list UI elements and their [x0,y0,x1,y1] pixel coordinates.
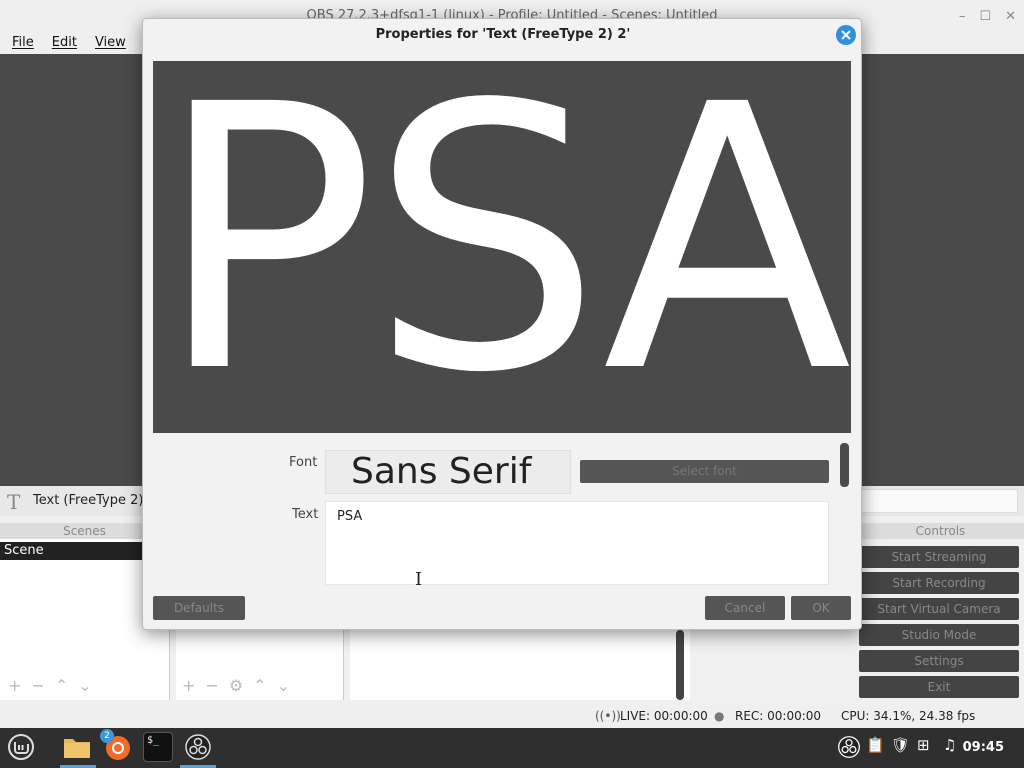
remove-icon[interactable]: − [31,676,44,695]
shield-icon[interactable]: 🛡 [891,736,910,754]
source-preview: PSA [153,61,851,433]
properties-scrollbar[interactable] [840,443,849,487]
text-cursor-icon: I [415,569,423,590]
start-streaming-button[interactable]: Start Streaming [859,546,1019,568]
select-font-button[interactable]: Select font [580,460,829,483]
dialog-title: Properties for 'Text (FreeType 2) 2' [375,27,631,42]
mixer-scrollbar[interactable] [676,630,684,700]
text-input[interactable]: PSA [325,501,829,585]
move-down-icon[interactable]: ⌄ [78,676,91,695]
source-text-field[interactable] [860,489,1018,513]
start-recording-button[interactable]: Start Recording [859,572,1019,594]
font-display: Sans Serif [325,450,571,494]
preview-text: PSA [155,61,851,433]
window-controls: – ☐ ✕ [959,0,1016,32]
source-toolbar-label: Text (FreeType 2) 2 [33,493,156,508]
clock[interactable]: 09:45 [963,740,1004,755]
text-source-icon: T [7,490,21,514]
add-source-icon[interactable]: + [182,676,195,695]
maximize-icon[interactable]: ☐ [979,9,991,24]
exit-button[interactable]: Exit [859,676,1019,698]
live-signal-icon: ((•)) [595,709,621,723]
text-label: Text [292,507,319,522]
sound-icon[interactable]: ♫ [943,736,956,754]
files-folder-icon[interactable] [62,732,92,762]
obs-tray-icon[interactable] [834,732,864,762]
move-up-icon[interactable]: ⌃ [55,676,68,695]
clipboard-icon[interactable]: 📋 [866,736,885,754]
rec-dot-icon: ● [714,709,725,723]
font-label: Font [289,455,318,470]
remove-source-icon[interactable]: − [205,676,218,695]
sources-toolbar: + − ⚙ ⌃ ⌄ [182,676,290,695]
add-icon[interactable]: + [8,676,21,695]
menu-file[interactable]: File [12,32,34,54]
ok-button[interactable]: OK [791,596,851,620]
terminal-glyph: $_ [147,735,160,746]
close-window-icon[interactable]: ✕ [1005,9,1016,24]
studio-mode-button[interactable]: Studio Mode [859,624,1019,646]
rec-timer: REC: 00:00:00 [735,709,822,723]
start-virtual-camera-button[interactable]: Start Virtual Camera [859,598,1019,620]
menu-view[interactable]: View [95,32,126,54]
mint-menu-icon[interactable] [6,732,36,762]
defaults-button[interactable]: Defaults [153,596,245,620]
cancel-button[interactable]: Cancel [705,596,785,620]
obs-taskbar-icon[interactable] [183,732,213,762]
status-bar: ((•)) LIVE: 00:00:00 ● REC: 00:00:00 CPU… [0,706,1024,728]
controls-dock-title: Controls [857,523,1024,539]
properties-dialog: Properties for 'Text (FreeType 2) 2' PSA… [142,18,862,630]
settings-button[interactable]: Settings [859,650,1019,672]
scenes-toolbar: + − ⌃ ⌄ [8,676,92,695]
notification-badge: 2 [100,729,114,743]
controls-dock: Controls Start Streaming Start Recording… [857,523,1024,703]
minimize-icon[interactable]: – [959,9,966,24]
gear-icon[interactable]: ⚙ [229,676,243,695]
close-icon[interactable] [836,25,856,45]
cpu-fps-readout: CPU: 34.1%, 24.38 fps [841,709,976,723]
menu-edit[interactable]: Edit [52,32,77,54]
audio-mixer-dock [350,630,690,700]
source-down-icon[interactable]: ⌄ [277,676,290,695]
live-timer: LIVE: 00:00:00 [620,709,708,723]
terminal-icon[interactable]: $_ [143,732,173,762]
network-icon[interactable]: ⊞ [917,736,930,754]
taskbar: 2 $_ 📋 🛡 ⊞ ♫ 09:45 [0,728,1024,768]
source-up-icon[interactable]: ⌃ [253,676,266,695]
